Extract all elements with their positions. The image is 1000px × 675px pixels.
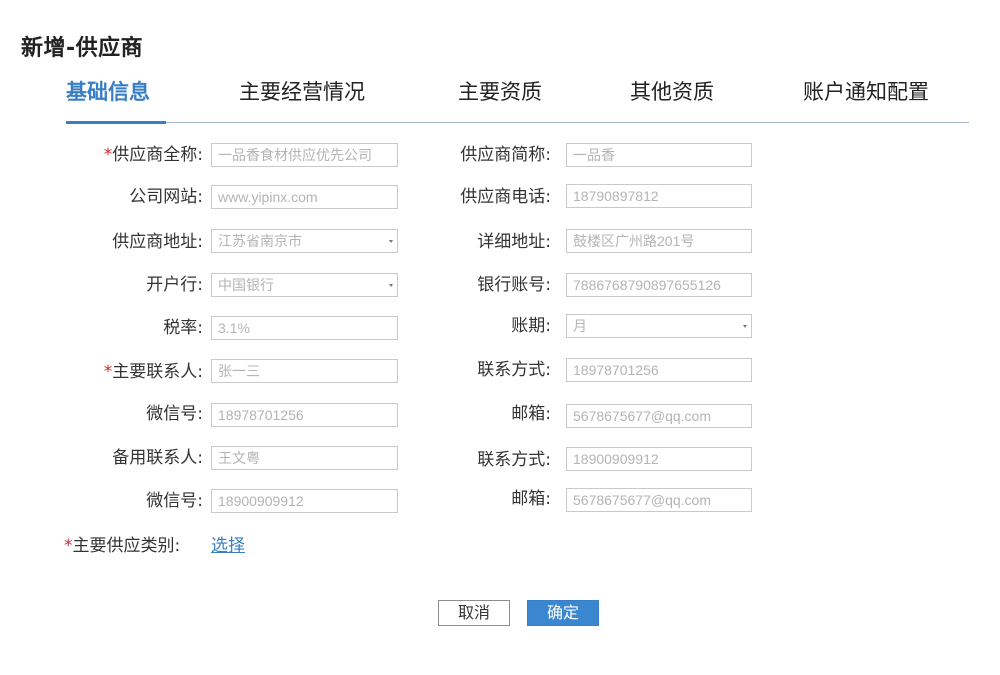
label-email: 邮箱: <box>511 404 551 424</box>
tax-rate-input[interactable]: 3.1% <box>211 316 398 340</box>
label-tax-rate: 税率: <box>163 318 203 338</box>
supplier-address-select[interactable]: 江苏省南京市 <box>211 229 398 253</box>
tab-basic-info-label: 基础信息 <box>66 80 150 104</box>
label-supplier-phone: 供应商电话: <box>460 187 551 207</box>
label-supplier-full-name: *供应商全称: <box>103 145 203 165</box>
cancel-button[interactable]: 取消 <box>438 600 510 626</box>
email-input[interactable]: 5678675677@qq.com <box>566 404 752 428</box>
supplier-full-name-input[interactable]: 一品香食材供应优先公司 <box>211 143 398 167</box>
label-main-supply-category: *主要供应类别: <box>64 536 181 556</box>
bank-account-input[interactable]: 7886768790897655126 <box>566 273 752 297</box>
tab-business-status[interactable]: 主要经营情况 <box>239 76 365 122</box>
label-bank: 开户行: <box>146 275 203 295</box>
tab-main-qualifications[interactable]: 主要资质 <box>458 76 542 122</box>
label-company-website: 公司网站: <box>129 187 203 207</box>
required-mark: * <box>103 145 113 165</box>
page-title: 新增-供应商 <box>21 36 144 61</box>
confirm-button[interactable]: 确定 <box>527 600 599 626</box>
contact-method-input[interactable]: 18978701256 <box>566 358 752 382</box>
label-wechat: 微信号: <box>146 404 203 424</box>
backup-contact-input[interactable]: 王文粤 <box>211 446 398 470</box>
tab-basic-info[interactable]: 基础信息 <box>66 76 166 124</box>
select-category-link[interactable]: 选择 <box>211 533 245 559</box>
label-supplier-address: 供应商地址: <box>112 232 203 252</box>
backup-wechat-input[interactable]: 18900909912 <box>211 489 398 513</box>
required-mark: * <box>64 536 73 556</box>
label-backup-wechat: 微信号: <box>146 491 203 511</box>
detailed-address-input[interactable]: 鼓楼区广州路201号 <box>566 229 752 253</box>
supplier-short-name-input[interactable]: 一品香 <box>566 143 752 167</box>
label-detailed-address: 详细地址: <box>477 232 551 252</box>
tab-account-notification[interactable]: 账户通知配置 <box>803 76 929 122</box>
company-website-input[interactable]: www.yipinx.com <box>211 185 398 209</box>
bank-select[interactable]: 中国银行 <box>211 273 398 297</box>
wechat-input[interactable]: 18978701256 <box>211 403 398 427</box>
label-contact-method: 联系方式: <box>477 360 551 380</box>
required-mark: * <box>103 362 113 382</box>
payment-term-select[interactable]: 月 <box>566 314 752 338</box>
label-bank-account: 银行账号: <box>477 275 551 295</box>
tab-other-qualifications[interactable]: 其他资质 <box>630 76 714 122</box>
backup-contact-method-input[interactable]: 18900909912 <box>566 447 752 471</box>
label-supplier-short-name: 供应商简称: <box>460 145 551 165</box>
label-main-contact: *主要联系人: <box>103 362 203 382</box>
label-backup-contact: 备用联系人: <box>112 448 203 468</box>
label-payment-term: 账期: <box>511 316 551 336</box>
active-tab-indicator <box>66 121 166 124</box>
main-contact-input[interactable]: 张一三 <box>211 359 398 383</box>
label-backup-contact-method: 联系方式: <box>477 450 551 470</box>
supplier-phone-input[interactable]: 18790897812 <box>566 184 752 208</box>
backup-email-input[interactable]: 5678675677@qq.com <box>566 488 752 512</box>
label-backup-email: 邮箱: <box>511 489 551 509</box>
tab-bar: 基础信息 主要经营情况 主要资质 其他资质 账户通知配置 <box>66 76 969 124</box>
